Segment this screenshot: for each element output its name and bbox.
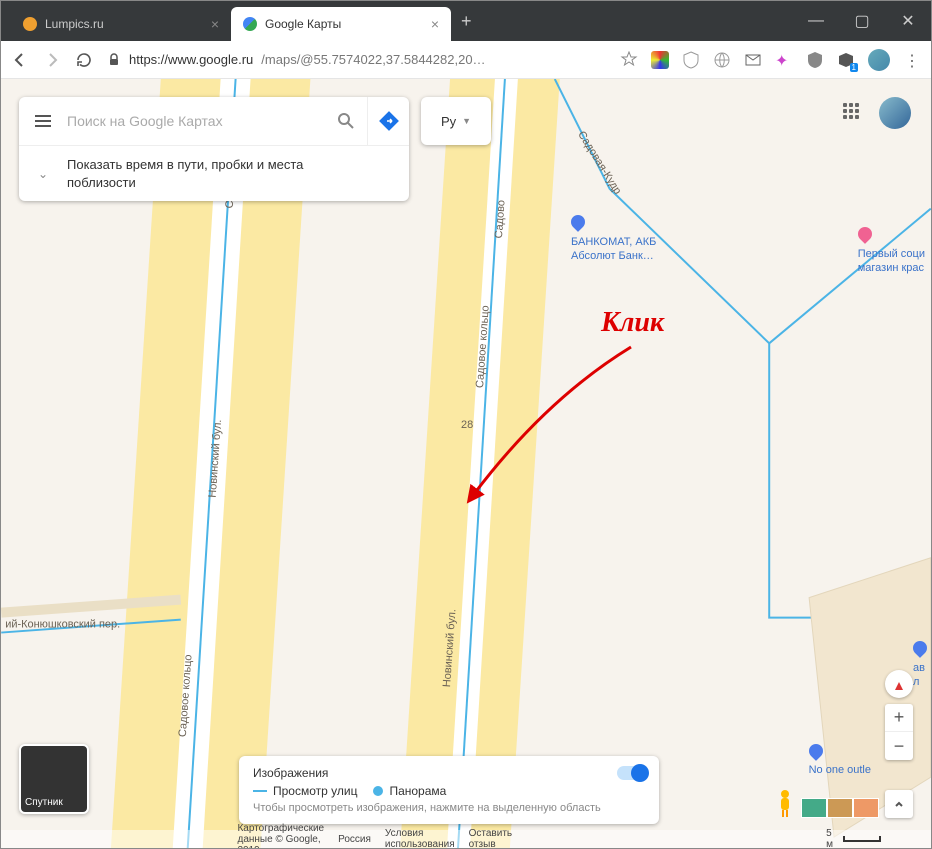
shield-icon[interactable] (682, 51, 700, 69)
annotation-arrow (456, 339, 656, 509)
search-button[interactable] (325, 112, 367, 130)
zoom-in-button[interactable]: + (885, 704, 913, 732)
imagery-legend: Изображения Просмотр улиц Панорама Чтобы… (239, 756, 659, 824)
annotation-text: Клик (601, 307, 664, 339)
map-footer: Картографические данные © Google, 2019 Р… (1, 830, 931, 848)
lock-icon (107, 53, 121, 67)
tab-lumpics[interactable]: Lumpics.ru × (11, 7, 231, 41)
poi-name: No one outle (809, 764, 871, 778)
back-button[interactable] (11, 51, 29, 69)
tab-google-maps[interactable]: Google Карты × (231, 7, 451, 41)
search-input[interactable] (67, 113, 325, 129)
profile-avatar[interactable] (868, 49, 890, 71)
reload-button[interactable] (75, 51, 93, 69)
poi-outlet[interactable]: No one outle (809, 744, 871, 779)
lang-label: Ру (441, 114, 456, 129)
poi-sub: л (913, 676, 927, 690)
poi-store[interactable]: Первый соци магазин крас (858, 227, 925, 275)
extension-icon[interactable] (651, 51, 669, 69)
minimize-button[interactable]: — (793, 1, 839, 41)
copyright: Картографические данные © Google, 2019 (237, 823, 324, 849)
legend-panorama: Панорама (389, 784, 446, 798)
svg-text:ий-Конюшковский пер.: ий-Конюшковский пер. (5, 619, 120, 631)
footer-terms[interactable]: Условия использования (385, 828, 455, 848)
poi-name: БАНКОМАТ, АКБ (571, 236, 656, 250)
directions-button[interactable] (367, 97, 409, 145)
maximize-button[interactable]: ▢ (839, 1, 885, 41)
satellite-toggle[interactable]: Спутник (19, 744, 89, 814)
poi-name: ав (913, 662, 927, 676)
store-pin-icon (855, 224, 875, 244)
poi-sub: Абсолют Банк… (571, 250, 656, 264)
chevron-down-icon: ⌄ (31, 167, 55, 181)
poi-bankomat[interactable]: БАНКОМАТ, АКБ Абсолют Банк… (571, 215, 656, 263)
url-path: /maps/@55.7574022,37.5844282,20… (261, 52, 485, 67)
scale-label: 5 м (826, 828, 839, 848)
mail-icon[interactable] (744, 51, 762, 69)
imagery-thumbs[interactable] (801, 798, 879, 818)
tab-title: Google Карты (265, 17, 341, 31)
pegman-icon[interactable] (775, 788, 795, 818)
user-avatar[interactable] (879, 97, 911, 129)
favicon-lumpics (23, 17, 37, 31)
chevron-down-icon: ▼ (462, 116, 471, 126)
expand-label: Показать время в пути, пробки и места по… (67, 156, 303, 191)
expand-button[interactable] (885, 790, 913, 818)
shop-pin-icon (910, 638, 930, 658)
poi-name: Первый соци (858, 248, 925, 262)
store-pin-icon (806, 741, 826, 761)
poi-vl[interactable]: ав л (913, 641, 927, 689)
close-window-button[interactable]: ✕ (885, 1, 931, 41)
box-icon[interactable]: 1 (837, 51, 855, 69)
compass-button[interactable] (885, 670, 913, 698)
streetview-line-icon (253, 790, 267, 792)
close-icon[interactable]: × (431, 16, 439, 32)
imagery-toggle[interactable] (617, 766, 647, 780)
legend-title: Изображения (253, 766, 645, 780)
star-icon[interactable] (620, 51, 638, 69)
sparkle-icon[interactable]: ✦ (775, 51, 793, 69)
new-tab-button[interactable]: + (461, 11, 472, 32)
legend-hint: Чтобы просмотреть изображения, нажмите н… (253, 802, 645, 814)
panorama-dot-icon (373, 786, 383, 796)
svg-text:Садовая-Кудр: Садовая-Кудр (575, 129, 623, 196)
browser-titlebar: Lumpics.ru × Google Карты × + — ▢ ✕ (1, 1, 931, 41)
close-icon[interactable]: × (211, 16, 219, 32)
globe-icon[interactable] (713, 51, 731, 69)
bank-pin-icon (568, 212, 588, 232)
google-apps-button[interactable] (843, 103, 861, 121)
language-button[interactable]: Ру ▼ (421, 97, 491, 145)
zoom-control: + − (885, 704, 913, 760)
shield2-icon[interactable] (806, 51, 824, 69)
scale-control[interactable]: 5 м (526, 828, 881, 848)
favicon-gmaps (243, 17, 257, 31)
address-bar: https://www.google.ru/maps/@55.7574022,3… (1, 41, 931, 79)
tab-title: Lumpics.ru (45, 17, 104, 31)
satellite-label: Спутник (25, 797, 63, 808)
zoom-out-button[interactable]: − (885, 732, 913, 760)
map-viewport[interactable]: Садово Садово Новинский бул. Садовое кол… (1, 79, 931, 848)
menu-icon[interactable]: ⋮ (903, 51, 921, 69)
legend-streetview: Просмотр улиц (273, 784, 357, 798)
footer-country[interactable]: Россия (338, 834, 371, 845)
footer-feedback[interactable]: Оставить отзыв (469, 828, 513, 848)
poi-sub: магазин крас (858, 262, 925, 276)
url-host: https://www.google.ru (129, 52, 253, 67)
menu-button[interactable] (19, 115, 67, 127)
forward-button[interactable] (43, 51, 61, 69)
search-panel: ⌄ Показать время в пути, пробки и места … (19, 97, 409, 201)
url-field[interactable]: https://www.google.ru/maps/@55.7574022,3… (107, 52, 606, 67)
expand-panel-button[interactable]: ⌄ Показать время в пути, пробки и места … (19, 145, 409, 201)
